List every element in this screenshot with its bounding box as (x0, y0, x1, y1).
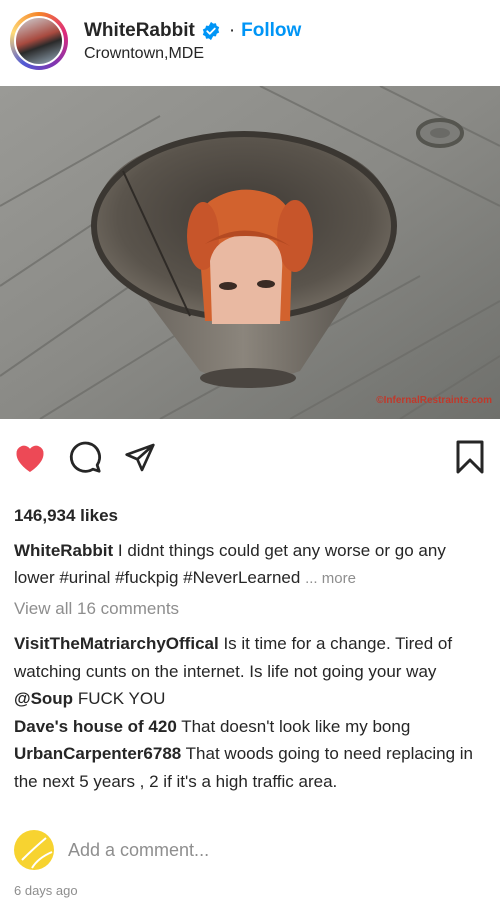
username-row: WhiteRabbit · Follow (84, 20, 301, 42)
add-comment-row[interactable]: Add a comment... (14, 828, 484, 872)
comment-username[interactable]: VisitTheMatriarchyOffical (14, 634, 219, 653)
username-link[interactable]: WhiteRabbit (84, 20, 195, 42)
likes-count[interactable]: 146,934 likes (14, 506, 118, 526)
post-photo-illustration (0, 86, 500, 419)
post-timestamp: 6 days ago (14, 883, 78, 898)
caption-username[interactable]: WhiteRabbit (14, 541, 113, 560)
profile-avatar[interactable] (10, 12, 68, 70)
tennis-ball-icon (21, 837, 53, 869)
share-icon[interactable] (123, 441, 157, 473)
comment-username[interactable]: @Soup (14, 689, 73, 708)
comment-item: VisitTheMatriarchyOffical Is it time for… (14, 630, 489, 685)
comment-item: Dave's house of 420 That doesn't look li… (14, 713, 489, 741)
avatar-image (14, 16, 64, 66)
verified-badge-icon (202, 21, 219, 41)
add-comment-input[interactable]: Add a comment... (68, 840, 209, 861)
current-user-avatar (14, 830, 54, 870)
comment-text: That doesn't look like my bong (181, 716, 411, 736)
separator-dot: · (228, 20, 236, 41)
follow-button[interactable]: Follow (241, 20, 301, 42)
comments-list: VisitTheMatriarchyOffical Is it time for… (14, 630, 489, 795)
photo-watermark: ©InfernalRestraints.com (376, 395, 492, 406)
view-all-comments-link[interactable]: View all 16 comments (14, 599, 179, 619)
comment-icon[interactable] (68, 440, 102, 474)
bookmark-icon[interactable] (454, 439, 486, 475)
heart-filled-icon[interactable] (12, 440, 48, 474)
post-header: WhiteRabbit · Follow Crowntown,MDE (0, 0, 500, 86)
post-caption: WhiteRabbit I didnt things could get any… (14, 537, 484, 592)
comment-text: FUCK YOU (77, 689, 166, 708)
location-link[interactable]: Crowntown,MDE (84, 45, 204, 63)
comment-item: @Soup FUCK YOU (14, 685, 489, 713)
action-bar (0, 436, 500, 476)
more-link[interactable]: ... more (305, 570, 356, 587)
comment-item: UrbanCarpenter6788 That woods going to n… (14, 740, 489, 795)
post-image[interactable]: ©InfernalRestraints.com (0, 86, 500, 419)
comment-username[interactable]: Dave's house of 420 (14, 717, 177, 736)
comment-username[interactable]: UrbanCarpenter6788 (14, 744, 181, 763)
